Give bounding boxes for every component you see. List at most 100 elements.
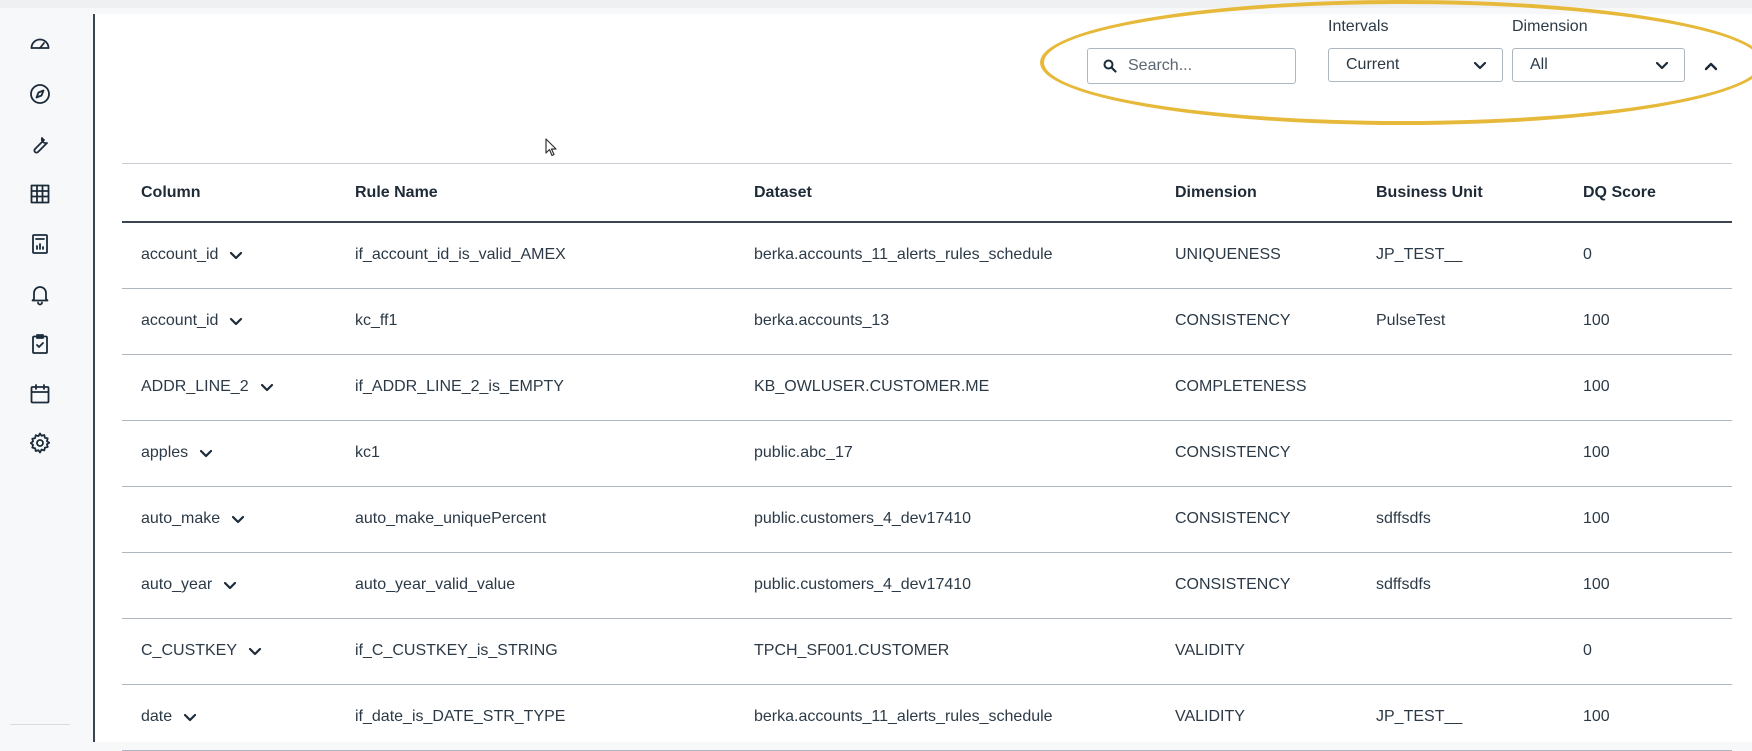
sidebar-item-alerts[interactable]: [26, 280, 54, 308]
intervals-selected-value: Current: [1346, 56, 1400, 73]
cell-dimension: VALIDITY: [1175, 642, 1245, 659]
header-dataset[interactable]: Dataset: [735, 164, 1156, 223]
cell-dq-score: 100: [1583, 444, 1610, 461]
sidebar-item-tools[interactable]: [26, 130, 54, 158]
cell-rule-name: if_ADDR_LINE_2_is_EMPTY: [355, 378, 564, 395]
header-dimension[interactable]: Dimension: [1156, 164, 1357, 223]
cell-dimension: COMPLETENESS: [1175, 378, 1307, 395]
table-row[interactable]: date if_date_is_DATE_STR_TYPE berka.acco…: [122, 684, 1732, 750]
cell-dq-score: 100: [1583, 708, 1610, 725]
cell-rule-name: kc1: [355, 444, 380, 461]
search-box[interactable]: [1087, 48, 1296, 84]
expand-row-button[interactable]: [259, 379, 275, 395]
sidebar-item-tables[interactable]: [26, 180, 54, 208]
table-body: account_id if_account_id_is_valid_AMEX b…: [122, 222, 1732, 750]
cell-column: C_CUSTKEY: [122, 618, 336, 684]
sidebar-item-explore[interactable]: [26, 80, 54, 108]
chevron-down-icon: [224, 581, 237, 590]
cell-business-unit: sdffsdfs: [1376, 576, 1431, 593]
chevron-down-icon: [1473, 61, 1487, 70]
cell-business-unit: [1357, 420, 1564, 486]
dimension-select[interactable]: All: [1512, 48, 1685, 82]
cell-business-unit: JP_TEST__: [1376, 708, 1463, 725]
sidebar-item-settings[interactable]: [26, 429, 54, 457]
cell-column: auto_year: [122, 552, 336, 618]
header-column[interactable]: Column: [122, 164, 336, 223]
table-row[interactable]: ADDR_LINE_2 if_ADDR_LINE_2_is_EMPTY KB_O…: [122, 354, 1732, 420]
table-row[interactable]: account_id if_account_id_is_valid_AMEX b…: [122, 222, 1732, 288]
expand-row-button[interactable]: [198, 445, 214, 461]
cell-rule-name: if_account_id_is_valid_AMEX: [355, 246, 566, 264]
cell-column: auto_make: [122, 486, 336, 552]
cell-business-unit: [1357, 618, 1564, 684]
chevron-up-icon: [1704, 62, 1718, 71]
top-strip: [0, 0, 1752, 8]
cell-rule-name: if_C_CUSTKEY_is_STRING: [355, 642, 558, 659]
cell-dataset: public.customers_4_dev17410: [754, 576, 972, 593]
intervals-select[interactable]: Current: [1328, 48, 1503, 82]
header-dq-score[interactable]: DQ Score: [1564, 164, 1732, 223]
column-name: account_id: [141, 246, 219, 264]
cell-column: apples: [122, 420, 336, 486]
compass-icon: [30, 84, 50, 104]
cell-dq-score: 100: [1583, 510, 1610, 527]
column-name: account_id: [141, 312, 219, 329]
table-row[interactable]: auto_year auto_year_valid_value public.c…: [122, 552, 1732, 618]
cell-column: ADDR_LINE_2: [122, 354, 336, 420]
cell-business-unit: JP_TEST__: [1376, 246, 1463, 264]
header-business-unit[interactable]: Business Unit: [1357, 164, 1564, 223]
cell-dataset: berka.accounts_11_alerts_rules_schedule: [754, 246, 1053, 264]
mouse-cursor-icon: [545, 138, 557, 157]
column-name: C_CUSTKEY: [141, 642, 238, 659]
table-row[interactable]: apples kc1 public.abc_17 CONSISTENCY 100: [122, 420, 1732, 486]
cell-dimension: CONSISTENCY: [1175, 576, 1291, 593]
collapse-filters-button[interactable]: [1703, 58, 1721, 76]
sidebar-nav: [10, 8, 70, 742]
rules-table: Column Rule Name Dataset Dimension Busin…: [122, 163, 1732, 751]
sidebar-bottom-divider: [10, 724, 70, 725]
expand-row-button[interactable]: [230, 511, 246, 527]
column-name: auto_year: [141, 576, 213, 593]
cell-dataset: public.customers_4_dev17410: [754, 510, 972, 527]
table-row[interactable]: account_id kc_ff1 berka.accounts_13 CONS…: [122, 288, 1732, 354]
expand-row-button[interactable]: [228, 247, 244, 263]
cell-business-unit: [1357, 354, 1564, 420]
search-input[interactable]: [1126, 56, 1290, 76]
sidebar-item-schedule[interactable]: [26, 380, 54, 408]
cell-dataset: public.abc_17: [754, 444, 853, 461]
expand-row-button[interactable]: [247, 643, 263, 659]
expand-row-button[interactable]: [222, 577, 238, 593]
cell-column: date: [122, 684, 336, 750]
column-name: auto_make: [141, 510, 221, 527]
cell-business-unit: sdffsdfs: [1376, 510, 1431, 527]
cell-rule-name: kc_ff1: [355, 312, 398, 329]
cell-column: account_id: [122, 222, 336, 288]
sidebar-item-rules[interactable]: [26, 330, 54, 358]
cell-rule-name: auto_make_uniquePercent: [355, 510, 547, 527]
header-rule-name[interactable]: Rule Name: [336, 164, 735, 223]
table-row[interactable]: C_CUSTKEY if_C_CUSTKEY_is_STRING TPCH_SF…: [122, 618, 1732, 684]
cell-dataset: berka.accounts_13: [754, 312, 890, 329]
sidebar-item-dashboard[interactable]: [26, 30, 54, 58]
cell-dataset: KB_OWLUSER.CUSTOMER.ME: [754, 378, 990, 395]
chevron-down-icon: [184, 713, 197, 722]
intervals-label: Intervals: [1328, 18, 1389, 35]
cell-dq-score: 0: [1583, 642, 1592, 659]
wrench-icon: [33, 137, 48, 154]
expand-row-button[interactable]: [182, 709, 198, 725]
gear-icon: [29, 432, 51, 454]
cell-business-unit: PulseTest: [1376, 312, 1446, 329]
bell-icon: [31, 286, 49, 306]
cell-rule-name: auto_year_valid_value: [355, 576, 516, 593]
search-icon: [1103, 59, 1117, 73]
chevron-down-icon: [200, 449, 213, 458]
dashboard-gauge-icon: [30, 38, 50, 49]
expand-row-button[interactable]: [228, 313, 244, 329]
report-document-icon: [32, 234, 48, 254]
sidebar-item-reports[interactable]: [26, 230, 54, 258]
table-grid-icon: [30, 184, 50, 204]
table-row[interactable]: auto_make auto_make_uniquePercent public…: [122, 486, 1732, 552]
cell-dimension: CONSISTENCY: [1175, 312, 1291, 329]
cell-dq-score: 0: [1583, 246, 1592, 264]
cell-dataset: TPCH_SF001.CUSTOMER: [754, 642, 950, 659]
